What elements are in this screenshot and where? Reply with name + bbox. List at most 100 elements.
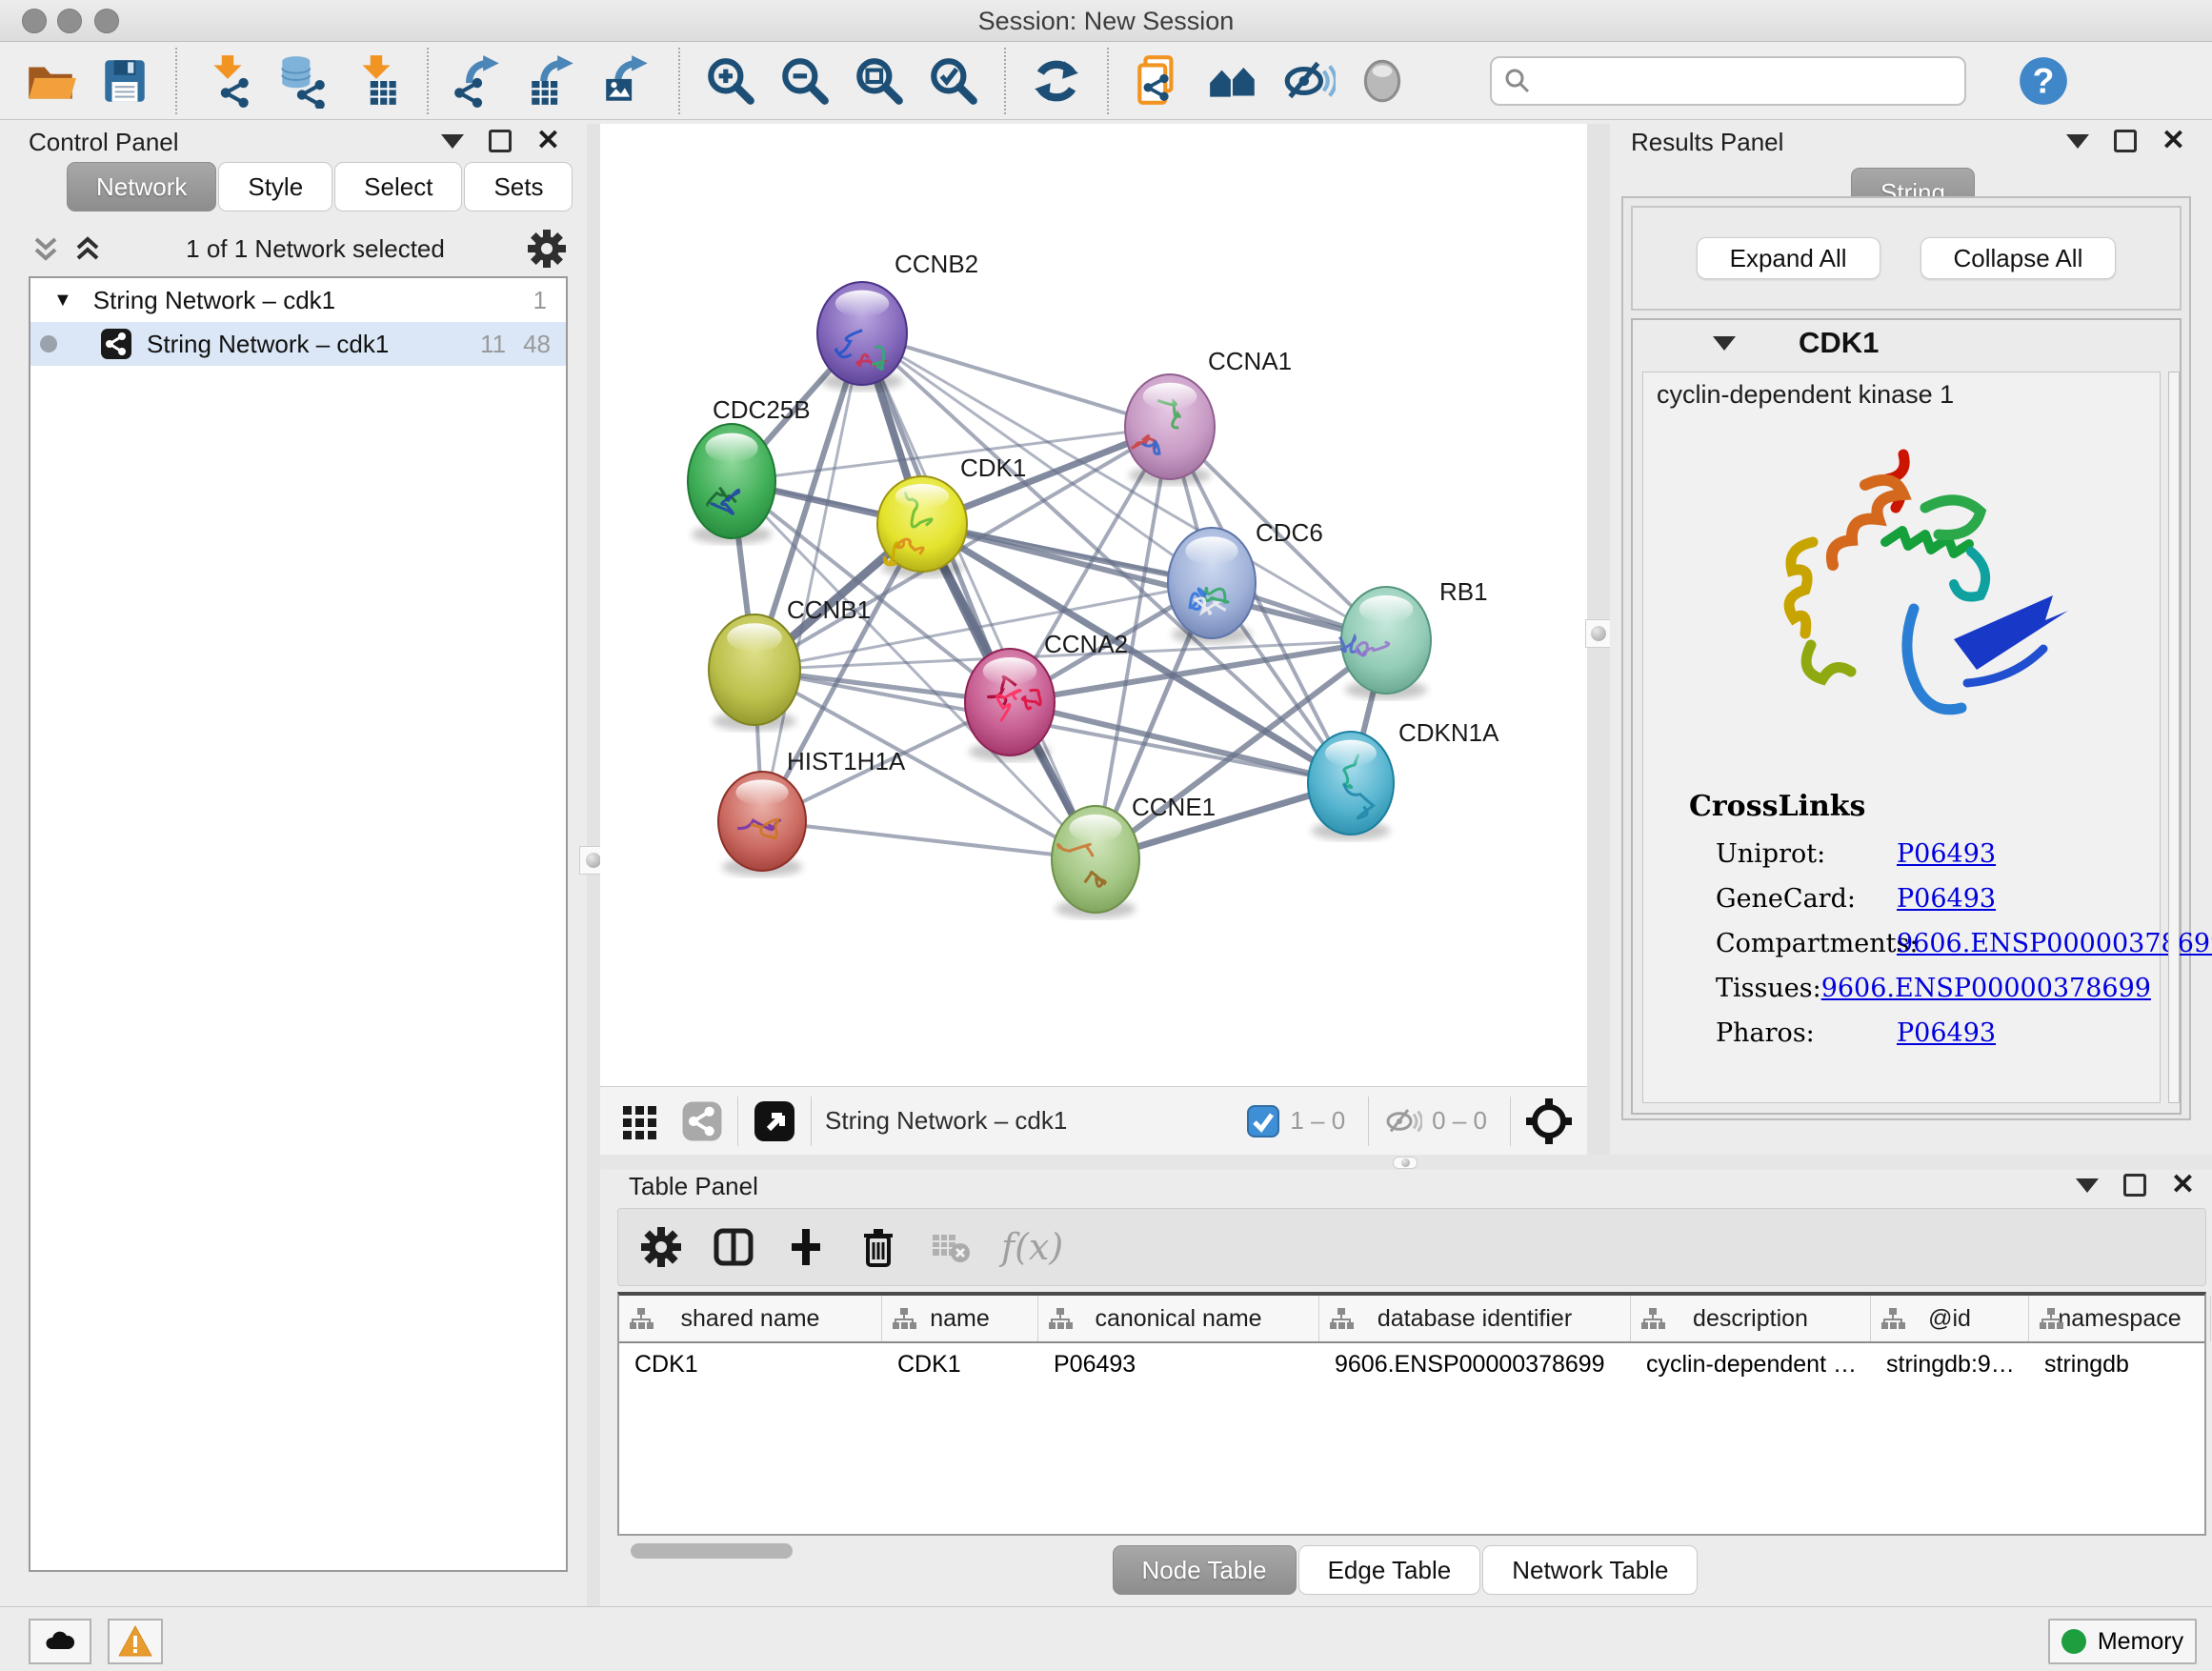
table-cell[interactable]: CDK1	[619, 1343, 882, 1385]
edge-CCNB2-CCNE1[interactable]	[862, 333, 1096, 859]
expand-all-icon[interactable]	[70, 232, 105, 266]
show-all-button[interactable]	[1345, 50, 1419, 111]
node-CDC25B[interactable]: CDC25B	[688, 395, 811, 544]
collapse-results-icon[interactable]	[2066, 134, 2089, 149]
crosslink-link[interactable]: 9606.ENSP00000378699	[1897, 929, 2212, 958]
clear-table-icon[interactable]	[929, 1225, 973, 1269]
zoom-selected-button[interactable]	[916, 50, 991, 111]
collapse-panel-icon[interactable]	[441, 134, 464, 149]
horizontal-splitter-handle[interactable]	[1393, 1157, 1418, 1169]
collapse-all-button[interactable]: Collapse All	[1920, 237, 2117, 279]
column-header-canonical-name[interactable]: canonical name	[1038, 1296, 1319, 1341]
export-network-button[interactable]	[442, 50, 516, 111]
zoom-fit-button[interactable]	[842, 50, 916, 111]
grid-view-icon[interactable]	[619, 1098, 665, 1144]
cloud-button[interactable]	[29, 1619, 91, 1664]
function-builder-icon[interactable]: f(x)	[1001, 1226, 1063, 1268]
add-column-icon[interactable]	[784, 1225, 828, 1269]
save-session-icon	[97, 53, 152, 109]
close-table-icon[interactable]: ✕	[2171, 1174, 2195, 1197]
network-share-icon[interactable]	[680, 1099, 724, 1143]
import-network-file-button[interactable]	[191, 50, 265, 111]
table-cell[interactable]: P06493	[1038, 1343, 1319, 1385]
column-header-shared-name[interactable]: shared name	[619, 1296, 882, 1341]
selected-checkbox-icon[interactable]	[1246, 1104, 1280, 1138]
fit-selected-crosshair-icon[interactable]	[1524, 1097, 1574, 1146]
gene-collapse-icon[interactable]	[1713, 336, 1736, 351]
zoom-out-button[interactable]	[768, 50, 842, 111]
tab-style[interactable]: Style	[218, 162, 332, 211]
crosslink-link[interactable]: P06493	[1897, 884, 1996, 914]
node-RB1[interactable]: RB1	[1339, 577, 1487, 699]
save-session-button[interactable]	[88, 50, 162, 111]
edge-CCNA2-CDKN1A[interactable]	[1010, 702, 1351, 783]
node-CDK1[interactable]: CDK1	[877, 453, 1026, 577]
expand-all-button[interactable]: Expand All	[1697, 237, 1880, 279]
gear-icon[interactable]	[526, 228, 568, 270]
table-cell[interactable]: cyclin-dependent …	[1631, 1343, 1871, 1385]
hide-selected-button[interactable]	[1271, 50, 1345, 111]
tab-select[interactable]: Select	[334, 162, 462, 211]
birds-eye-view-icon[interactable]	[752, 1098, 797, 1144]
float-results-icon[interactable]	[2114, 130, 2137, 152]
tab-edge-table[interactable]: Edge Table	[1298, 1545, 1481, 1595]
crosslink-link[interactable]: 9606.ENSP00000378699	[1821, 974, 2151, 1003]
tab-network-table[interactable]: Network Table	[1482, 1545, 1698, 1595]
results-scrollbar[interactable]	[2168, 372, 2180, 1103]
warning-button[interactable]	[108, 1619, 163, 1664]
column-header-description[interactable]: description	[1631, 1296, 1871, 1341]
column-header-database-identifier[interactable]: database identifier	[1319, 1296, 1631, 1341]
first-neighbors-button[interactable]	[1196, 50, 1271, 111]
tab-network[interactable]: Network	[67, 162, 216, 211]
node-table[interactable]: shared name name canonical name database…	[617, 1292, 2206, 1536]
float-table-icon[interactable]	[2123, 1174, 2146, 1197]
close-results-icon[interactable]: ✕	[2162, 130, 2185, 152]
column-header-namespace[interactable]: namespace	[2029, 1296, 2211, 1341]
collection-expand-icon[interactable]: ▼	[53, 290, 72, 312]
import-table-file-button[interactable]	[339, 50, 413, 111]
hidden-eye-icon[interactable]	[1382, 1101, 1422, 1141]
collapse-all-icon[interactable]	[29, 232, 63, 266]
search-input[interactable]	[1532, 60, 1953, 102]
help-button[interactable]: ?	[2006, 50, 2081, 111]
memory-button[interactable]: Memory	[2048, 1619, 2197, 1664]
close-panel-icon[interactable]: ✕	[536, 130, 560, 152]
node-label-CCNA1: CCNA1	[1208, 347, 1292, 375]
open-session-button[interactable]	[13, 50, 88, 111]
node-CCNE1[interactable]: CCNE1	[1052, 793, 1216, 918]
table-row[interactable]: CDK1CDK1P064939606.ENSP00000378699cyclin…	[619, 1343, 2204, 1385]
node-CDC6[interactable]: CDC6	[1168, 518, 1323, 644]
edge-CCNB2-CCNA1[interactable]	[862, 333, 1170, 427]
table-cell[interactable]: CDK1	[882, 1343, 1038, 1385]
network-row-selected[interactable]: String Network – cdk1 11 48	[30, 322, 566, 366]
tab-node-table[interactable]: Node Table	[1113, 1545, 1297, 1595]
table-gear-icon[interactable]	[639, 1225, 683, 1269]
crosslink-link[interactable]: P06493	[1897, 1018, 1996, 1048]
table-cell[interactable]: 9606.ENSP00000378699	[1319, 1343, 1631, 1385]
float-panel-icon[interactable]	[489, 130, 512, 152]
clone-network-button[interactable]	[1122, 50, 1196, 111]
export-image-button[interactable]	[591, 50, 665, 111]
table-cell[interactable]: stringdb:9…	[1871, 1343, 2029, 1385]
node-CCNB2[interactable]: CCNB2	[817, 250, 978, 391]
refresh-layout-button[interactable]	[1019, 50, 1094, 111]
delete-column-icon[interactable]	[856, 1225, 900, 1269]
show-columns-icon[interactable]	[712, 1225, 755, 1269]
column-header-@id[interactable]: @id	[1871, 1296, 2029, 1341]
title-bar[interactable]: Session: New Session	[0, 0, 2212, 42]
export-table-button[interactable]	[516, 50, 591, 111]
network-canvas[interactable]: CCNB2 CCNA1 CDC25B CDK1 CDC6 RB1 CCNB1	[600, 124, 1587, 1086]
search-field[interactable]	[1490, 56, 1966, 106]
right-splitter-handle[interactable]	[1585, 619, 1612, 648]
zoom-in-button[interactable]	[694, 50, 768, 111]
network-collection-row[interactable]: ▼ String Network – cdk1 1	[30, 278, 566, 322]
node-HIST1H1A[interactable]: HIST1H1A	[718, 747, 906, 876]
collapse-table-icon[interactable]	[2076, 1178, 2099, 1193]
tab-sets[interactable]: Sets	[464, 162, 573, 211]
edge-CCNE1-HIST1H1A[interactable]	[762, 821, 1096, 859]
column-header-name[interactable]: name	[882, 1296, 1038, 1341]
table-cell[interactable]: stringdb	[2029, 1343, 2211, 1385]
import-network-database-button[interactable]	[265, 50, 339, 111]
crosslink-link[interactable]: P06493	[1897, 839, 1996, 869]
node-CDKN1A[interactable]: CDKN1A	[1308, 718, 1499, 840]
